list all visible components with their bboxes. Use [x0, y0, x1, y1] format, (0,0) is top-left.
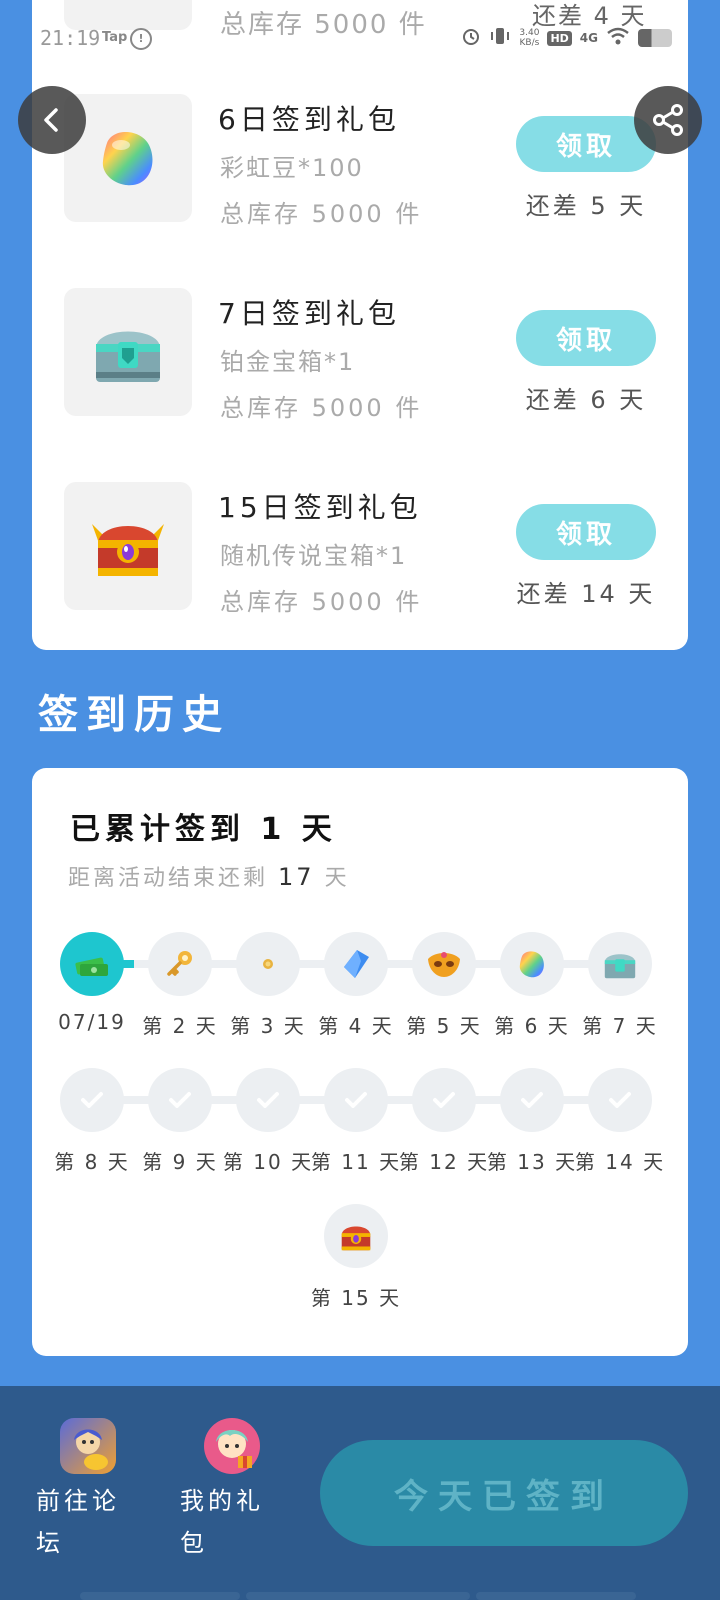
platinum-chest-icon	[64, 288, 192, 416]
day-2-label: 第 2 天	[142, 1014, 218, 1038]
day-12-circle	[412, 1068, 476, 1132]
day-3-label: 第 3 天	[230, 1014, 306, 1038]
history-heading: 签到历史	[38, 692, 230, 738]
history-card: 已累计签到 1 天 距离活动结束还剩 17 天 07/19 第 2 天 第 3 …	[32, 768, 688, 1356]
gift-title: 6日签到礼包	[218, 103, 400, 136]
days-remaining: 还差 5 天	[525, 192, 647, 220]
coin-icon	[263, 959, 273, 969]
days-until-end: 距离活动结束还剩 17 天	[68, 860, 350, 892]
rainbow-bean-icon	[519, 951, 544, 978]
cash-icon	[75, 957, 108, 976]
day-8-label: 第 8 天	[54, 1150, 130, 1174]
check-icon	[345, 1092, 367, 1108]
day-10-circle	[236, 1068, 300, 1132]
gift-stock: 总库存 5000 件	[220, 394, 423, 422]
tap-label: Tap	[102, 30, 128, 45]
day-15-label: 第 15 天	[310, 1286, 402, 1310]
day-9-circle	[148, 1068, 212, 1132]
day-15-circle	[324, 1204, 388, 1268]
check-icon	[81, 1092, 103, 1108]
gift-item: 铂金宝箱*1	[220, 348, 356, 376]
vibrate-icon	[489, 26, 511, 50]
day-5-circle	[412, 932, 476, 996]
gift-row-6-day: 6日签到礼包 彩虹豆*100 总库存 5000 件 领取 还差 5 天	[64, 94, 664, 228]
day-5-label: 第 5 天	[406, 1014, 482, 1038]
my-gifts-label[interactable]: 我的礼包	[180, 1480, 270, 1564]
claim-button[interactable]: 领取	[516, 504, 656, 560]
day-4-label: 第 4 天	[318, 1014, 394, 1038]
notification-circle-icon: !	[130, 28, 152, 50]
day-7-circle	[588, 932, 652, 996]
check-icon	[169, 1092, 191, 1108]
check-icon	[433, 1092, 455, 1108]
nav-indicator-left	[80, 1592, 240, 1600]
signal-4g-icon: 4G	[579, 31, 598, 45]
days-remaining: 还差 6 天	[525, 386, 647, 414]
crystal-icon	[344, 950, 369, 978]
status-bar: 21:19 Tap ! 3.40 KB/s HD 4G	[0, 22, 720, 58]
my-gifts-icon[interactable]	[204, 1418, 260, 1474]
gift-row-7-day: 7日签到礼包 铂金宝箱*1 总库存 5000 件 领取 还差 6 天	[64, 288, 664, 422]
gift-title: 7日签到礼包	[218, 297, 400, 330]
day-10-label: 第 10 天	[222, 1150, 314, 1174]
days-remaining: 还差 14 天	[516, 580, 656, 608]
day-1-circle	[60, 932, 124, 996]
days-until-end-prefix: 距离活动结束还剩	[68, 866, 269, 891]
platinum-chest-icon	[604, 954, 636, 979]
forum-app-icon[interactable]	[60, 1418, 116, 1474]
legendary-chest-icon	[64, 482, 192, 610]
day-2-circle	[148, 932, 212, 996]
day-4-circle	[324, 932, 388, 996]
status-time: 21:19	[40, 26, 101, 50]
check-icon	[521, 1092, 543, 1108]
day-7-label: 第 7 天	[582, 1014, 658, 1038]
gift-row-15-day: 15日签到礼包 随机传说宝箱*1 总库存 5000 件 领取 还差 14 天	[64, 482, 664, 616]
total-signin-days: 已累计签到 1 天	[70, 812, 337, 847]
share-icon	[653, 104, 683, 136]
check-icon	[609, 1092, 631, 1108]
gift-item: 随机传说宝箱*1	[220, 542, 408, 570]
day-13-label: 第 13 天	[486, 1150, 578, 1174]
gift-item: 彩虹豆*100	[220, 154, 364, 182]
signed-today-button[interactable]: 今天已签到	[320, 1440, 688, 1546]
day-9-label: 第 9 天	[142, 1150, 218, 1174]
back-button[interactable]	[18, 86, 86, 154]
share-button[interactable]	[634, 86, 702, 154]
wifi-icon	[606, 26, 630, 50]
gift-title: 15日签到礼包	[218, 491, 422, 524]
alarm-icon	[461, 26, 481, 50]
day-14-circle	[588, 1068, 652, 1132]
day-12-label: 第 12 天	[398, 1150, 490, 1174]
days-until-end-suffix: 天	[324, 866, 350, 891]
day-6-circle	[500, 932, 564, 996]
mask-icon	[428, 952, 460, 977]
day-6-label: 第 6 天	[494, 1014, 570, 1038]
days-until-end-value: 17	[278, 863, 315, 891]
network-speed: 3.40 KB/s	[519, 28, 539, 48]
day-14-label: 第 14 天	[574, 1150, 666, 1174]
chevron-left-icon	[44, 108, 58, 132]
day-8-circle	[60, 1068, 124, 1132]
gift-stock: 总库存 5000 件	[220, 588, 423, 616]
check-icon	[257, 1092, 279, 1108]
gift-stock: 总库存 5000 件	[220, 200, 423, 228]
network-speed-unit: KB/s	[519, 38, 540, 48]
nav-indicator-center	[246, 1592, 470, 1600]
nav-indicator-right	[476, 1592, 636, 1600]
legendary-chest-icon	[341, 1226, 371, 1251]
key-icon	[167, 951, 192, 976]
forum-label[interactable]: 前往论坛	[36, 1480, 126, 1564]
bottom-bar: 前往论坛 我的礼包 今天已签到	[0, 1386, 720, 1600]
day-1-label: 07/19	[58, 1010, 126, 1034]
network-speed-value: 3.40	[519, 28, 540, 38]
day-13-circle	[500, 1068, 564, 1132]
claim-button[interactable]: 领取	[516, 310, 656, 366]
battery-icon	[638, 29, 672, 47]
hd-icon: HD	[547, 30, 572, 46]
status-icons: 3.40 KB/s HD 4G	[461, 26, 672, 50]
day-3-circle	[236, 932, 300, 996]
day-11-circle	[324, 1068, 388, 1132]
day-11-label: 第 11 天	[310, 1150, 402, 1174]
